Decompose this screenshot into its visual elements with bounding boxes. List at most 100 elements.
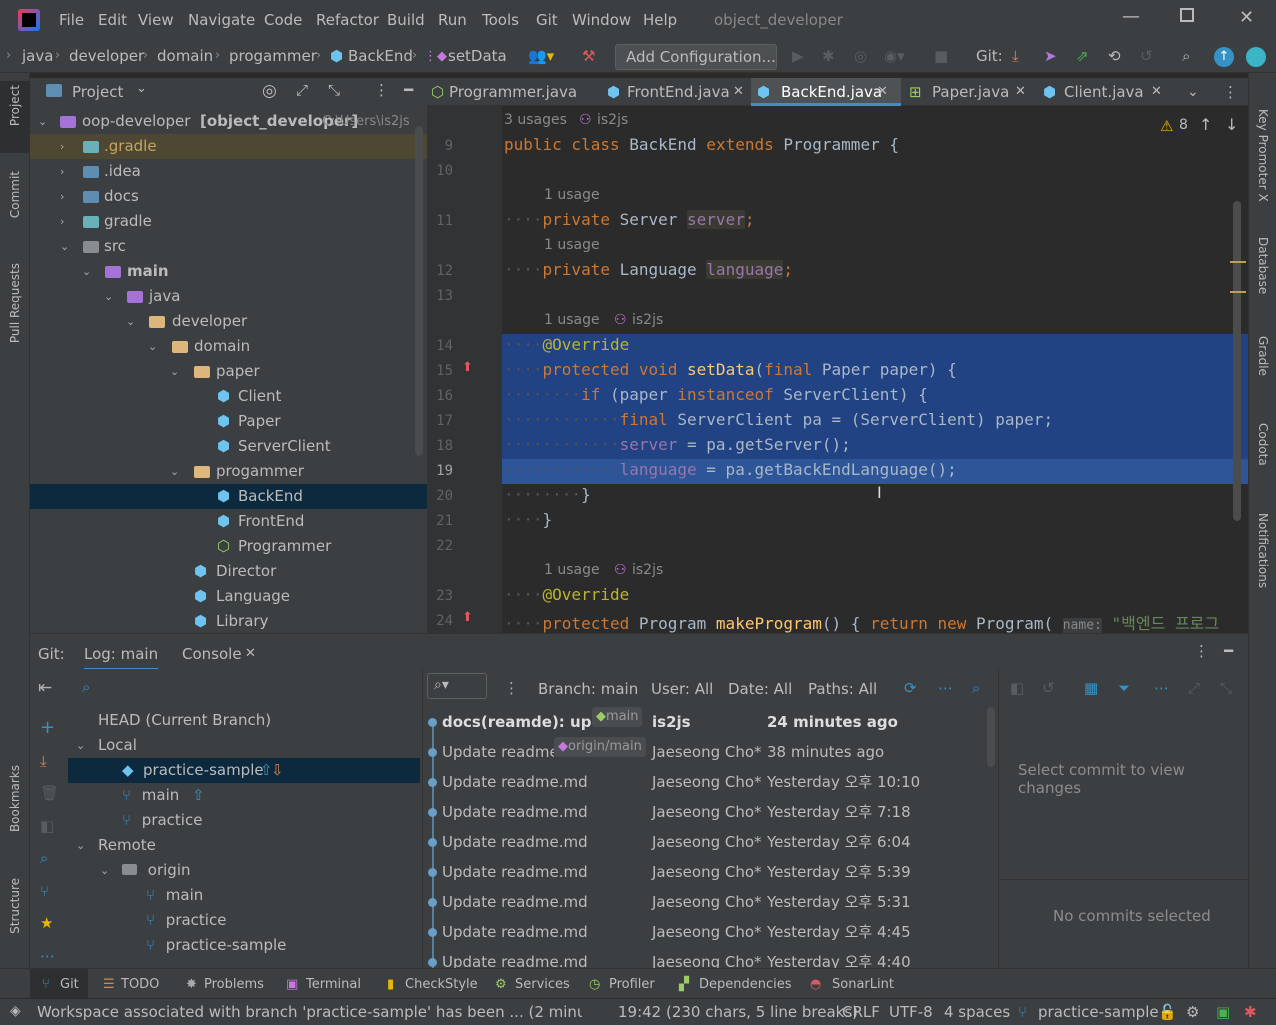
tool-database[interactable]: Database — [1256, 237, 1270, 294]
options-icon[interactable]: ⋮ — [1223, 78, 1238, 106]
tool-codota[interactable]: Codota — [1256, 423, 1270, 466]
maximize-icon[interactable] — [1180, 8, 1194, 22]
tool-terminal[interactable]: Terminal — [306, 977, 361, 992]
diff-icon[interactable]: ◧ — [1010, 679, 1024, 697]
file-encoding[interactable]: UTF-8 — [889, 1003, 933, 1021]
tool-pull-requests[interactable]: Pull Requests — [8, 263, 22, 343]
author-hint[interactable]: is2js — [632, 312, 663, 328]
revert-icon[interactable]: ↺ — [1042, 679, 1055, 697]
tool-checkstyle[interactable]: CheckStyle — [405, 977, 478, 992]
log-search-input[interactable]: ⌕▾ — [427, 673, 487, 699]
menu-git[interactable]: Git — [536, 11, 558, 29]
search-icon[interactable]: ⌕ — [82, 678, 90, 696]
tool-problems[interactable]: Problems — [204, 977, 264, 992]
caret-position[interactable]: 19:42 (230 chars, 5 line breaks) — [618, 1003, 858, 1021]
tree-node-backend[interactable]: ⬢ BackEnd — [30, 484, 427, 509]
update-icon[interactable]: ↑ — [1214, 47, 1234, 67]
git-push-icon[interactable]: ⇗ — [1076, 47, 1089, 65]
tool-services[interactable]: Services — [515, 977, 570, 992]
prev-highlight-icon[interactable]: ↑ — [1199, 115, 1212, 134]
filter-branch[interactable]: Branch: main — [538, 680, 638, 698]
search-icon[interactable]: ⌕ — [1182, 47, 1190, 65]
branch-icon[interactable]: ⑂ — [40, 882, 49, 900]
build-hammer-icon[interactable]: ⚒ — [582, 47, 595, 65]
tab-frontend[interactable]: ⬢ FrontEnd.java ✕ — [603, 78, 753, 106]
options-icon[interactable]: ⋮ — [1194, 642, 1209, 660]
indent-setting[interactable]: 4 spaces — [944, 1003, 1010, 1021]
options-icon[interactable]: ⋮ — [374, 81, 389, 99]
tree-node-gradle-dir[interactable]: › .gradle — [30, 134, 427, 159]
refresh-icon[interactable]: ⟳ — [904, 679, 917, 697]
project-panel-title[interactable]: Project — [72, 83, 123, 101]
filter-date[interactable]: Date: All — [728, 680, 792, 698]
tab-client[interactable]: ⬢ Client.java ✕ — [1039, 78, 1169, 106]
delete-icon[interactable]: 🗑 — [40, 784, 59, 802]
author-hint[interactable]: is2js — [597, 112, 628, 128]
filter-icon[interactable]: ⏷ — [1118, 679, 1130, 697]
tab-programmer[interactable]: ⬡ Programmer.java — [427, 78, 597, 106]
coverage-icon[interactable]: ◎ — [854, 47, 867, 65]
favorite-icon[interactable]: ★ — [40, 914, 53, 932]
tool-commit[interactable]: Commit — [8, 171, 22, 218]
branch-local-practice[interactable]: ⑂ practice — [122, 808, 202, 833]
plugin-status-icon[interactable]: ✱ — [1244, 1003, 1257, 1021]
close-tab-icon[interactable]: ✕ — [245, 646, 256, 661]
stop-icon[interactable]: ■ — [934, 47, 948, 65]
chevron-down-icon[interactable]: ⌄ — [136, 81, 147, 96]
more-icon[interactable]: ⋯ — [1154, 679, 1169, 697]
branch-search-input[interactable] — [100, 673, 420, 699]
inspection-icon[interactable]: ⚙ — [1186, 1003, 1199, 1021]
breadcrumb-setdata[interactable]: setData — [448, 47, 507, 65]
compare-icon[interactable]: ◧ — [40, 817, 54, 835]
line-separator[interactable]: CRLF — [842, 1003, 880, 1021]
breadcrumb-backend[interactable]: BackEnd — [348, 47, 413, 65]
menu-view[interactable]: View — [138, 11, 174, 29]
close-tab-icon[interactable]: ✕ — [1015, 78, 1026, 106]
git-update-icon[interactable]: ⤓ — [1012, 47, 1019, 65]
tool-sonarlint[interactable]: SonarLint — [832, 977, 894, 992]
usage-hint[interactable]: 1 usage — [544, 312, 600, 328]
menu-window[interactable]: Window — [572, 11, 631, 29]
usage-hint[interactable]: 1 usage — [544, 562, 600, 578]
branch-origin[interactable]: origin — [122, 858, 191, 883]
expand-all-icon[interactable]: ⤢ — [296, 81, 308, 99]
git-commit-icon[interactable]: ➤ — [1044, 47, 1057, 65]
locate-icon[interactable]: ◎ — [262, 81, 277, 101]
tool-key-promoter[interactable]: Key Promoter X — [1256, 109, 1270, 202]
tool-todo[interactable]: TODO — [121, 977, 159, 992]
close-tab-icon[interactable]: ✕ — [1151, 78, 1162, 106]
breadcrumb-developer[interactable]: developer — [69, 47, 144, 65]
hide-panel-icon[interactable]: ━ — [1224, 642, 1233, 660]
menu-navigate[interactable]: Navigate — [188, 11, 255, 29]
collapse-all-icon[interactable]: ⤡ — [328, 81, 340, 99]
override-gutter-icon[interactable]: ⬆ — [462, 360, 473, 375]
more-icon[interactable]: ⋯ — [40, 947, 55, 965]
branch-local-practice-sample[interactable]: ◆ practice-sample ⇧ ⇩ — [68, 758, 420, 783]
group-icon[interactable]: ▦ — [1084, 679, 1098, 697]
tab-console[interactable]: Console — [182, 645, 242, 663]
close-tab-icon[interactable]: ✕ — [877, 78, 888, 106]
status-message[interactable]: Workspace associated with branch 'practi… — [37, 1003, 582, 1021]
users-icon[interactable]: 👥▾ — [528, 47, 554, 65]
override-gutter-icon[interactable]: ⬆ — [462, 610, 473, 625]
update-branch-icon[interactable]: ⤓ — [40, 752, 47, 770]
code-editor[interactable]: 3 usages ⚇ is2js ⚠ 8 ↑ ↓ 9 public class … — [427, 106, 1248, 633]
collapse-icon[interactable]: ⤡ — [1220, 679, 1232, 697]
current-branch[interactable]: practice-sample — [1038, 1003, 1159, 1021]
menu-code[interactable]: Code — [264, 11, 302, 29]
tool-bookmarks[interactable]: Bookmarks — [8, 765, 22, 832]
branch-remote-practice[interactable]: ⑂ practice — [146, 908, 226, 933]
breadcrumb-progammer[interactable]: progammer — [229, 47, 317, 65]
branch-head[interactable]: HEAD (Current Branch) — [98, 708, 271, 733]
add-icon[interactable]: + — [40, 719, 55, 737]
search-icon[interactable]: ⌕ — [40, 849, 48, 867]
tab-paper[interactable]: ⊞ Paper.java ✕ — [905, 78, 1033, 106]
search-icon[interactable]: ⌕ — [972, 679, 980, 697]
close-tab-icon[interactable]: ✕ — [733, 78, 744, 106]
hide-panel-icon[interactable]: ━ — [404, 81, 413, 99]
breadcrumb-domain[interactable]: domain — [157, 47, 213, 65]
usage-hint[interactable]: 1 usage — [544, 187, 600, 203]
menu-run[interactable]: Run — [438, 11, 467, 29]
codota-icon[interactable]: ▣ — [1216, 1003, 1230, 1021]
next-highlight-icon[interactable]: ↓ — [1225, 115, 1238, 134]
